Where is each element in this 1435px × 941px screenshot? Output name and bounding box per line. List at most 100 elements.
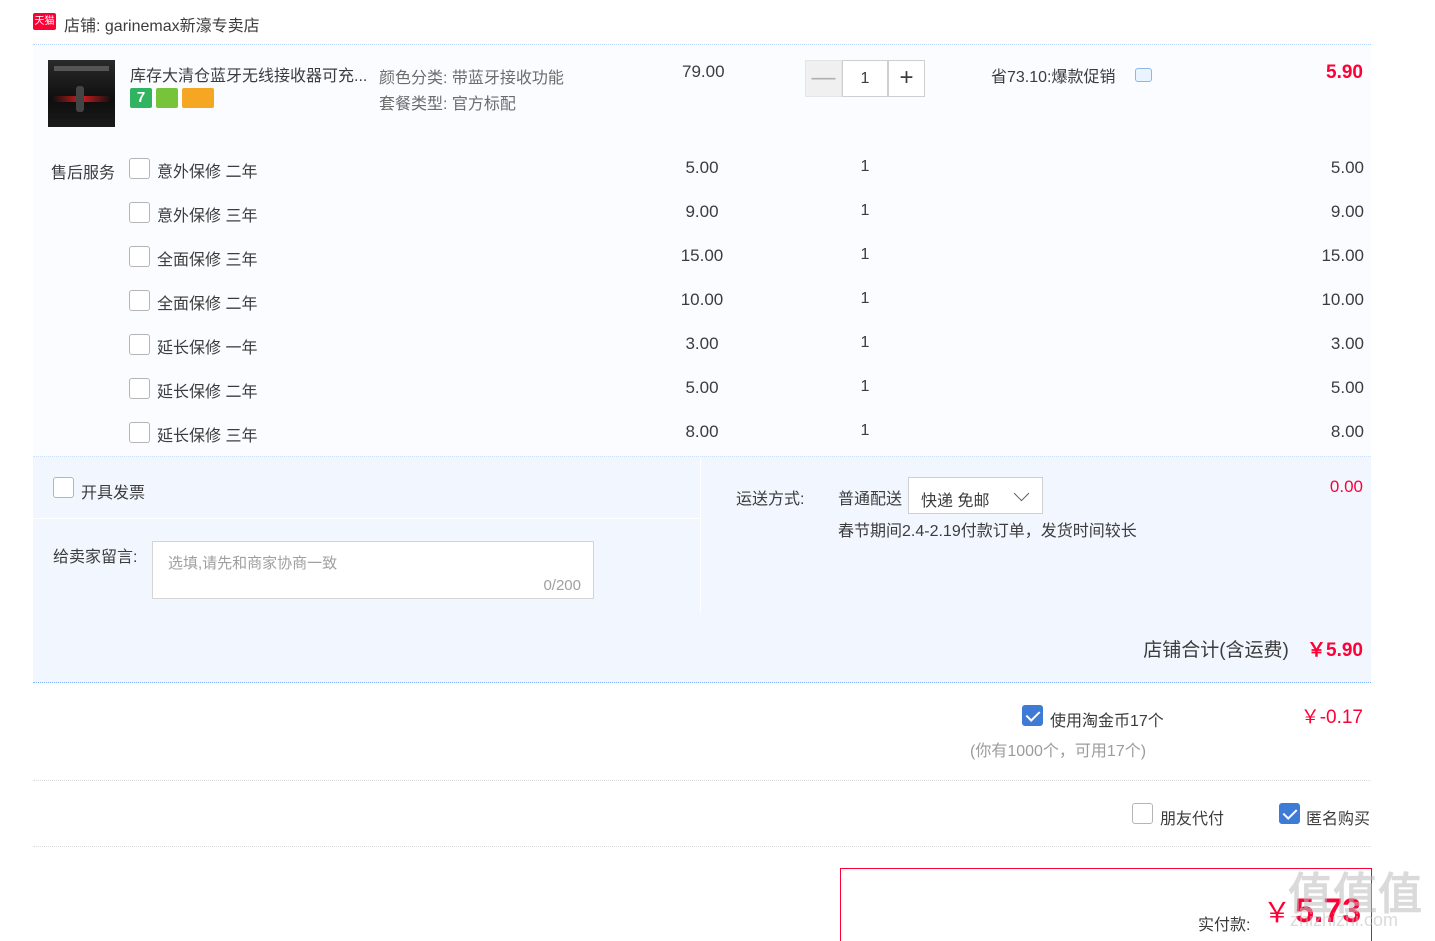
- quantity-increase-button[interactable]: +: [888, 60, 925, 97]
- service-row: 延长保修 二年 5.00 1 5.00: [33, 374, 1371, 404]
- service-total: 3.00: [1330, 334, 1364, 353]
- thumbnail-device: [76, 86, 84, 112]
- service-total: 5.00: [1330, 378, 1364, 397]
- service-row: 延长保修 一年 3.00 1 3.00: [33, 330, 1371, 360]
- shop-total-label: 店铺合计(含运费): [1143, 640, 1289, 661]
- service-name: 延长保修 二年: [157, 384, 258, 401]
- shipping-fee: 0.00: [1329, 477, 1363, 496]
- invoice-label: 开具发票: [81, 485, 146, 502]
- chevron-down-icon: [1013, 485, 1030, 502]
- seller-message-placeholder: 选填,请先和商家协商一致: [168, 555, 338, 572]
- use-coins-checkbox[interactable]: [1022, 705, 1043, 726]
- sku-color: 颜色分类: 带蓝牙接收功能: [379, 64, 564, 88]
- service-name: 全面保修 二年: [157, 296, 258, 313]
- service-price: 15.00: [680, 246, 724, 265]
- shop-header: 天猫 店铺: garinemax新濠专卖店: [33, 0, 1371, 45]
- service-row: 延长保修 三年 8.00 1 8.00: [33, 418, 1371, 448]
- promotion-text: 省73.10:爆款促销: [991, 69, 1116, 86]
- service-checkbox[interactable]: [129, 246, 150, 267]
- thumbnail-banner: [54, 66, 109, 71]
- shipping-note: 春节期间2.4-2.19付款订单，发货时间较长: [838, 523, 1137, 540]
- service-price: 3.00: [685, 334, 719, 353]
- payment-options-row: 朋友代付 匿名购买: [33, 781, 1371, 847]
- shop-total: 店铺合计(含运费) ￥5.90: [1143, 635, 1363, 662]
- service-row: 全面保修 三年 15.00 1 15.00: [33, 242, 1371, 272]
- friend-pay-checkbox[interactable]: [1132, 803, 1153, 824]
- service-price: 9.00: [685, 202, 719, 221]
- unit-price: 79.00: [682, 62, 725, 81]
- service-checkbox[interactable]: [129, 290, 150, 311]
- sku-package: 套餐类型: 官方标配: [379, 90, 516, 114]
- service-qty: 1: [860, 334, 870, 351]
- shipping-selected-value: 快递 免邮: [921, 493, 990, 510]
- service-name: 延长保修 一年: [157, 340, 258, 357]
- quantity-decrease-button[interactable]: —: [805, 60, 842, 97]
- service-qty: 1: [860, 246, 870, 263]
- order-info: 开具发票 给卖家留言: 选填,请先和商家协商一致 0/200 运送方式: 普通配…: [33, 456, 1371, 683]
- service-row: 意外保修 三年 9.00 1 9.00: [33, 198, 1371, 228]
- service-price: 5.00: [685, 378, 719, 397]
- service-total: 8.00: [1330, 422, 1364, 441]
- seller-message-label: 给卖家留言:: [53, 549, 138, 566]
- sku-color-label: 颜色分类:: [379, 70, 448, 87]
- service-name: 延长保修 三年: [157, 428, 258, 445]
- service-checkbox[interactable]: [129, 378, 150, 399]
- shipping-select[interactable]: 快递 免邮: [908, 477, 1043, 514]
- seven-day-return-icon: 7: [130, 88, 152, 108]
- sku-package-value: 官方标配: [451, 96, 516, 113]
- tmall-icon: 天猫: [33, 13, 56, 30]
- coins-available: (你有1000个，可用17个): [970, 743, 1147, 760]
- coin-row: 使用淘金币17个 (你有1000个，可用17个) ￥-0.17: [33, 685, 1371, 781]
- shop-name[interactable]: 店铺: garinemax新濠专卖店: [64, 12, 260, 36]
- service-checkbox[interactable]: [129, 202, 150, 223]
- order-options-pane: 开具发票 给卖家留言: 选填,请先和商家协商一致 0/200: [33, 457, 701, 613]
- quantity-stepper: — +: [805, 60, 925, 97]
- service-checkbox[interactable]: [129, 334, 150, 355]
- service-total: 9.00: [1330, 202, 1364, 221]
- chat-icon[interactable]: [1135, 68, 1152, 82]
- service-price: 10.00: [680, 290, 724, 309]
- payment-currency: ￥: [1263, 897, 1292, 928]
- credit-card-icon: [182, 88, 214, 108]
- service-price: 8.00: [685, 422, 719, 441]
- service-qty: 1: [860, 158, 870, 175]
- service-checkbox[interactable]: [129, 422, 150, 443]
- payment-label: 实付款:: [1198, 917, 1251, 934]
- seller-message-field[interactable]: 选填,请先和商家协商一致 0/200: [152, 541, 594, 599]
- use-coins-label: 使用淘金币17个: [1050, 713, 1164, 730]
- shipping-type: 普通配送: [838, 491, 903, 508]
- anonymous-checkbox[interactable]: [1279, 803, 1300, 824]
- shipping-label: 运送方式:: [736, 491, 805, 508]
- service-name: 意外保修 二年: [157, 164, 258, 181]
- service-checkbox[interactable]: [129, 158, 150, 179]
- seller-message-count: 0/200: [543, 577, 581, 594]
- service-badges: 7: [130, 88, 214, 108]
- service-qty: 1: [860, 378, 870, 395]
- service-total: 15.00: [1321, 246, 1364, 265]
- friend-pay-label: 朋友代付: [1160, 811, 1225, 828]
- invoice-row: 开具发票: [33, 457, 701, 519]
- service-row: 意外保修 二年 5.00 1 5.00: [33, 154, 1371, 184]
- shield-icon: [156, 88, 178, 108]
- service-total: 5.00: [1330, 158, 1364, 177]
- watermark: 值值值 zhizhizhi.com: [1288, 858, 1428, 938]
- service-qty: 1: [860, 290, 870, 307]
- item-total: 5.90: [1326, 62, 1363, 83]
- sku-color-value: 带蓝牙接收功能: [451, 70, 564, 87]
- service-qty: 1: [860, 422, 870, 439]
- service-row: 全面保修 二年 10.00 1 10.00: [33, 286, 1371, 316]
- service-name: 全面保修 三年: [157, 252, 258, 269]
- service-name: 意外保修 三年: [157, 208, 258, 225]
- order-item: 库存大清仓蓝牙无线接收器可充... 7 颜色分类: 带蓝牙接收功能 套餐类型: …: [33, 46, 1371, 456]
- invoice-checkbox[interactable]: [53, 477, 74, 498]
- sku-package-label: 套餐类型:: [379, 96, 448, 113]
- coins-discount: ￥-0.17: [1300, 707, 1363, 728]
- anonymous-label: 匿名购买: [1306, 811, 1371, 828]
- shop-total-amount: ￥5.90: [1307, 640, 1363, 661]
- product-thumbnail[interactable]: [48, 60, 115, 127]
- watermark-url: zhizhizhi.com: [1290, 910, 1399, 930]
- quantity-input[interactable]: [842, 60, 888, 97]
- service-total: 10.00: [1321, 290, 1364, 309]
- product-title[interactable]: 库存大清仓蓝牙无线接收器可充...: [130, 62, 375, 86]
- service-qty: 1: [860, 202, 870, 219]
